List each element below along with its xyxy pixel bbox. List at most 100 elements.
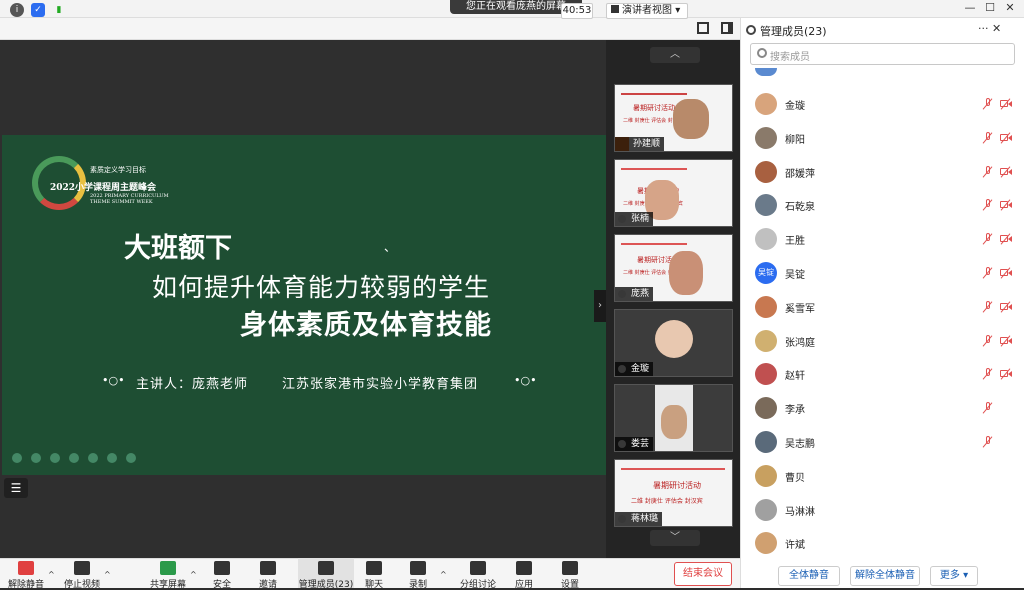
video-off-icon[interactable] — [1000, 368, 1012, 381]
collapse-thumbnails-button[interactable]: › — [594, 290, 606, 322]
maximize-button[interactable]: ☐ — [980, 1, 1000, 15]
toolbar-button[interactable]: 安全 — [200, 558, 244, 590]
mic-muted-icon[interactable] — [982, 233, 993, 245]
mic-muted-icon[interactable] — [982, 368, 993, 381]
participant-row[interactable]: 吴志鹏 — [741, 425, 1024, 459]
close-window-button[interactable]: ✕ — [1000, 1, 1020, 15]
sidebar-toggle-icon[interactable] — [721, 22, 733, 34]
avatar — [755, 194, 777, 217]
logo-text-4: THEME SUMMIT WEEK — [90, 199, 153, 205]
meeting-timer: 40:53 — [561, 3, 593, 19]
participant-name: 吴志鹏 — [785, 439, 815, 450]
panel-more-close[interactable]: ··· ✕ — [978, 22, 1001, 35]
participant-row[interactable]: 赵轩 — [741, 357, 1024, 391]
toolbar-button[interactable]: 分组讨论 — [456, 558, 500, 590]
mic-muted-icon[interactable] — [982, 131, 993, 144]
slideshow-controls — [12, 453, 142, 465]
participant-row[interactable]: 马淋淋 — [741, 493, 1024, 527]
video-tile[interactable]: 暑期研讨活动 二维 封庚仕 评估会 封汉宾 庞燕 — [614, 234, 733, 302]
toolbar-button[interactable]: 停止视频 — [60, 558, 104, 590]
more-button[interactable]: 更多 ▾ — [930, 566, 978, 586]
search-placeholder[interactable]: 搜索成员 — [770, 48, 810, 63]
video-off-icon[interactable] — [1000, 199, 1012, 212]
mic-muted-icon[interactable] — [982, 199, 993, 212]
scroll-up-button[interactable]: ︿ — [650, 47, 700, 63]
prev-slide-icon[interactable] — [12, 453, 22, 463]
participant-row[interactable]: 奚雪军 — [741, 290, 1024, 324]
participant-row[interactable]: 曹贝 — [741, 459, 1024, 493]
toolbar-button[interactable]: 聊天 — [352, 558, 396, 590]
signal-strength-icon[interactable]: ▮ — [52, 3, 66, 17]
video-tile[interactable]: 娄芸 — [614, 384, 733, 452]
toolbar-button[interactable]: 设置 — [548, 558, 592, 590]
video-off-icon[interactable] — [1000, 132, 1012, 144]
toolbar-button[interactable]: 共享屏幕 — [146, 558, 190, 590]
mute-all-button[interactable]: 全体静音 — [778, 566, 840, 586]
video-tile[interactable]: 暑期研讨活动 二维 封庚仕 评估会 封汉宾 蒋林璐 — [614, 459, 733, 527]
camera-icon[interactable] — [88, 453, 98, 463]
search-icon — [757, 48, 767, 58]
video-off-icon[interactable] — [1000, 233, 1012, 245]
avatar — [755, 397, 777, 420]
mic-muted-icon[interactable] — [982, 165, 993, 178]
scroll-down-button[interactable]: ﹀ — [650, 530, 700, 546]
participant-row[interactable]: 张鸿庭 — [741, 324, 1024, 358]
minimize-button[interactable]: — — [960, 1, 980, 15]
participant-row[interactable]: 石乾泉 — [741, 188, 1024, 222]
caret-up-icon[interactable]: ^ — [104, 570, 111, 579]
video-tile[interactable]: 暑期研讨活动 二维 封庚仕 评估会 封汉宾 孙建顺 — [614, 84, 733, 152]
logo-text-2: 2022小学课程周主题峰会 — [50, 183, 157, 193]
more-icon[interactable] — [126, 453, 136, 463]
caret-up-icon[interactable]: ^ — [190, 570, 197, 579]
security-shield-icon[interactable]: ✓ — [31, 3, 45, 17]
toolbar-button[interactable]: 管理成员(23) — [298, 558, 354, 590]
participant-row[interactable]: 李承 — [741, 391, 1024, 425]
pen-icon[interactable] — [50, 453, 60, 463]
share-screen-icon — [160, 561, 176, 575]
video-off-icon[interactable] — [1000, 267, 1012, 279]
participant-name: 张楠 — [631, 214, 650, 224]
subtitle-icon[interactable] — [107, 453, 117, 463]
toolbar-button[interactable]: 解除静音 — [4, 558, 48, 590]
next-slide-icon[interactable] — [31, 453, 41, 463]
zoom-icon[interactable] — [69, 453, 79, 463]
mic-muted-icon[interactable] — [982, 436, 993, 448]
video-off-icon[interactable] — [1000, 98, 1012, 110]
video-tile[interactable]: 暑期研讨活动 二维 封庚仕 评估会 封汉宾 张楠 — [614, 159, 733, 227]
video-off-icon[interactable] — [1000, 165, 1012, 178]
video-off-icon[interactable] — [1000, 301, 1012, 313]
mic-muted-icon[interactable] — [982, 334, 993, 347]
video-off-icon[interactable] — [1000, 334, 1012, 347]
avatar — [755, 532, 777, 555]
mic-muted-icon[interactable] — [982, 300, 993, 313]
participant-row[interactable]: 金璇 — [741, 87, 1024, 121]
invite-icon — [260, 561, 276, 575]
participant-name: 吴锭 — [785, 270, 805, 281]
toolbar-button-label: 解除静音 — [7, 580, 44, 590]
participant-row[interactable]: 邵媛萍 — [741, 155, 1024, 189]
slide-organization: 江苏张家港市实验小学教育集团 — [282, 377, 479, 392]
mic-muted-icon[interactable] — [982, 98, 993, 110]
participant-row[interactable]: 吴锭 吴锭 — [741, 256, 1024, 290]
info-icon[interactable]: i — [10, 3, 24, 17]
caret-up-icon[interactable]: ^ — [48, 570, 55, 579]
video-tile[interactable]: 金璇 — [614, 309, 733, 377]
participant-name: 奚雪军 — [785, 303, 815, 315]
toolbar-button[interactable]: 应用 — [502, 558, 546, 590]
end-meeting-button[interactable]: 结束会议 — [674, 562, 732, 586]
participant-row[interactable]: 许斌 — [741, 526, 1024, 560]
view-mode-dropdown[interactable]: 演讲者视图 ▾ — [606, 3, 688, 19]
apps-icon — [516, 561, 532, 575]
mic-muted-icon[interactable] — [982, 267, 993, 279]
toolbar-button[interactable]: 邀请 — [246, 558, 290, 590]
fullscreen-icon[interactable] — [697, 22, 709, 34]
participant-row[interactable]: 王胜 — [741, 222, 1024, 256]
mic-muted-icon[interactable] — [982, 402, 993, 414]
slide-title-1: 大班额下 — [124, 233, 232, 264]
participant-name: 娄芸 — [631, 439, 650, 449]
unmute-all-button[interactable]: 解除全体静音 — [850, 566, 920, 586]
toolbar-button[interactable]: 录制 — [396, 558, 440, 590]
participant-row[interactable]: 柳阳 — [741, 121, 1024, 155]
caret-up-icon[interactable]: ^ — [440, 570, 447, 579]
menu-icon[interactable]: ☰ — [4, 478, 28, 498]
